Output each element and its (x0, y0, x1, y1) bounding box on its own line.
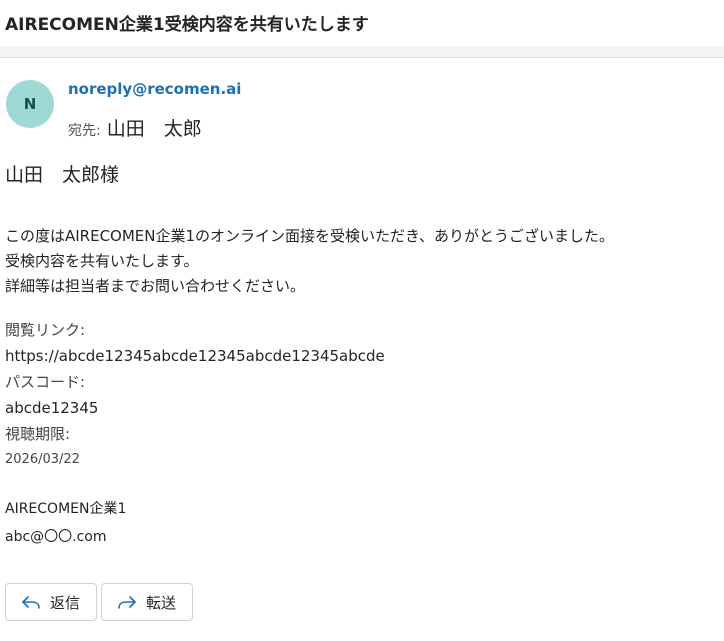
view-link-label: 閲覧リンク: (5, 321, 86, 339)
forward-button[interactable]: 転送 (101, 583, 194, 621)
reply-button[interactable]: 返信 (5, 583, 98, 621)
sender-avatar[interactable]: N (6, 80, 54, 128)
share-info: 閲覧リンク: https://abcde12345abcde12345abcde… (5, 317, 721, 473)
passcode-value: abcde12345 (5, 399, 99, 417)
deadline-value: 2026/03/22 (5, 452, 80, 467)
greeting: 山田 太郎様 (5, 164, 120, 186)
signature-email: abc@〇〇.com (5, 529, 107, 545)
reply-label: 返信 (50, 593, 81, 612)
message-line: この度はAIRECOMEN企業1のオンライン面接を受検いただき、ありがとうござい… (5, 227, 615, 245)
recipient-label: 宛先: (68, 123, 101, 139)
email-body: 山田 太郎様 この度はAIRECOMEN企業1のオンライン面接を受検いただき、あ… (5, 162, 721, 551)
message-paragraph: この度はAIRECOMEN企業1のオンライン面接を受検いただき、ありがとうござい… (5, 224, 721, 299)
signature-company: AIRECOMEN企業1 (5, 501, 127, 517)
reply-arrow-icon (20, 594, 42, 610)
email-subject: AIRECOMEN企業1受検内容を共有いたします (5, 15, 369, 35)
signature: AIRECOMEN企業1 abc@〇〇.com (5, 495, 721, 551)
passcode-label: パスコード: (5, 373, 86, 391)
recipient-row: 宛先: 山田 太郎 (68, 114, 202, 141)
sender-email[interactable]: noreply@recomen.ai (68, 80, 241, 98)
deadline-label: 視聴期限: (5, 425, 71, 443)
forward-label: 転送 (146, 593, 177, 612)
recipient-name[interactable]: 山田 太郎 (107, 114, 202, 141)
subject-bar: AIRECOMEN企業1受検内容を共有いたします (0, 0, 724, 46)
message-line: 受検内容を共有いたします。 (5, 252, 199, 270)
message-actions: 返信 転送 (5, 583, 194, 621)
message-line: 詳細等は担当者までお問い合わせください。 (5, 277, 306, 295)
header-divider (0, 46, 724, 58)
view-link[interactable]: https://abcde12345abcde12345abcde12345ab… (5, 343, 721, 369)
forward-arrow-icon (116, 594, 138, 610)
